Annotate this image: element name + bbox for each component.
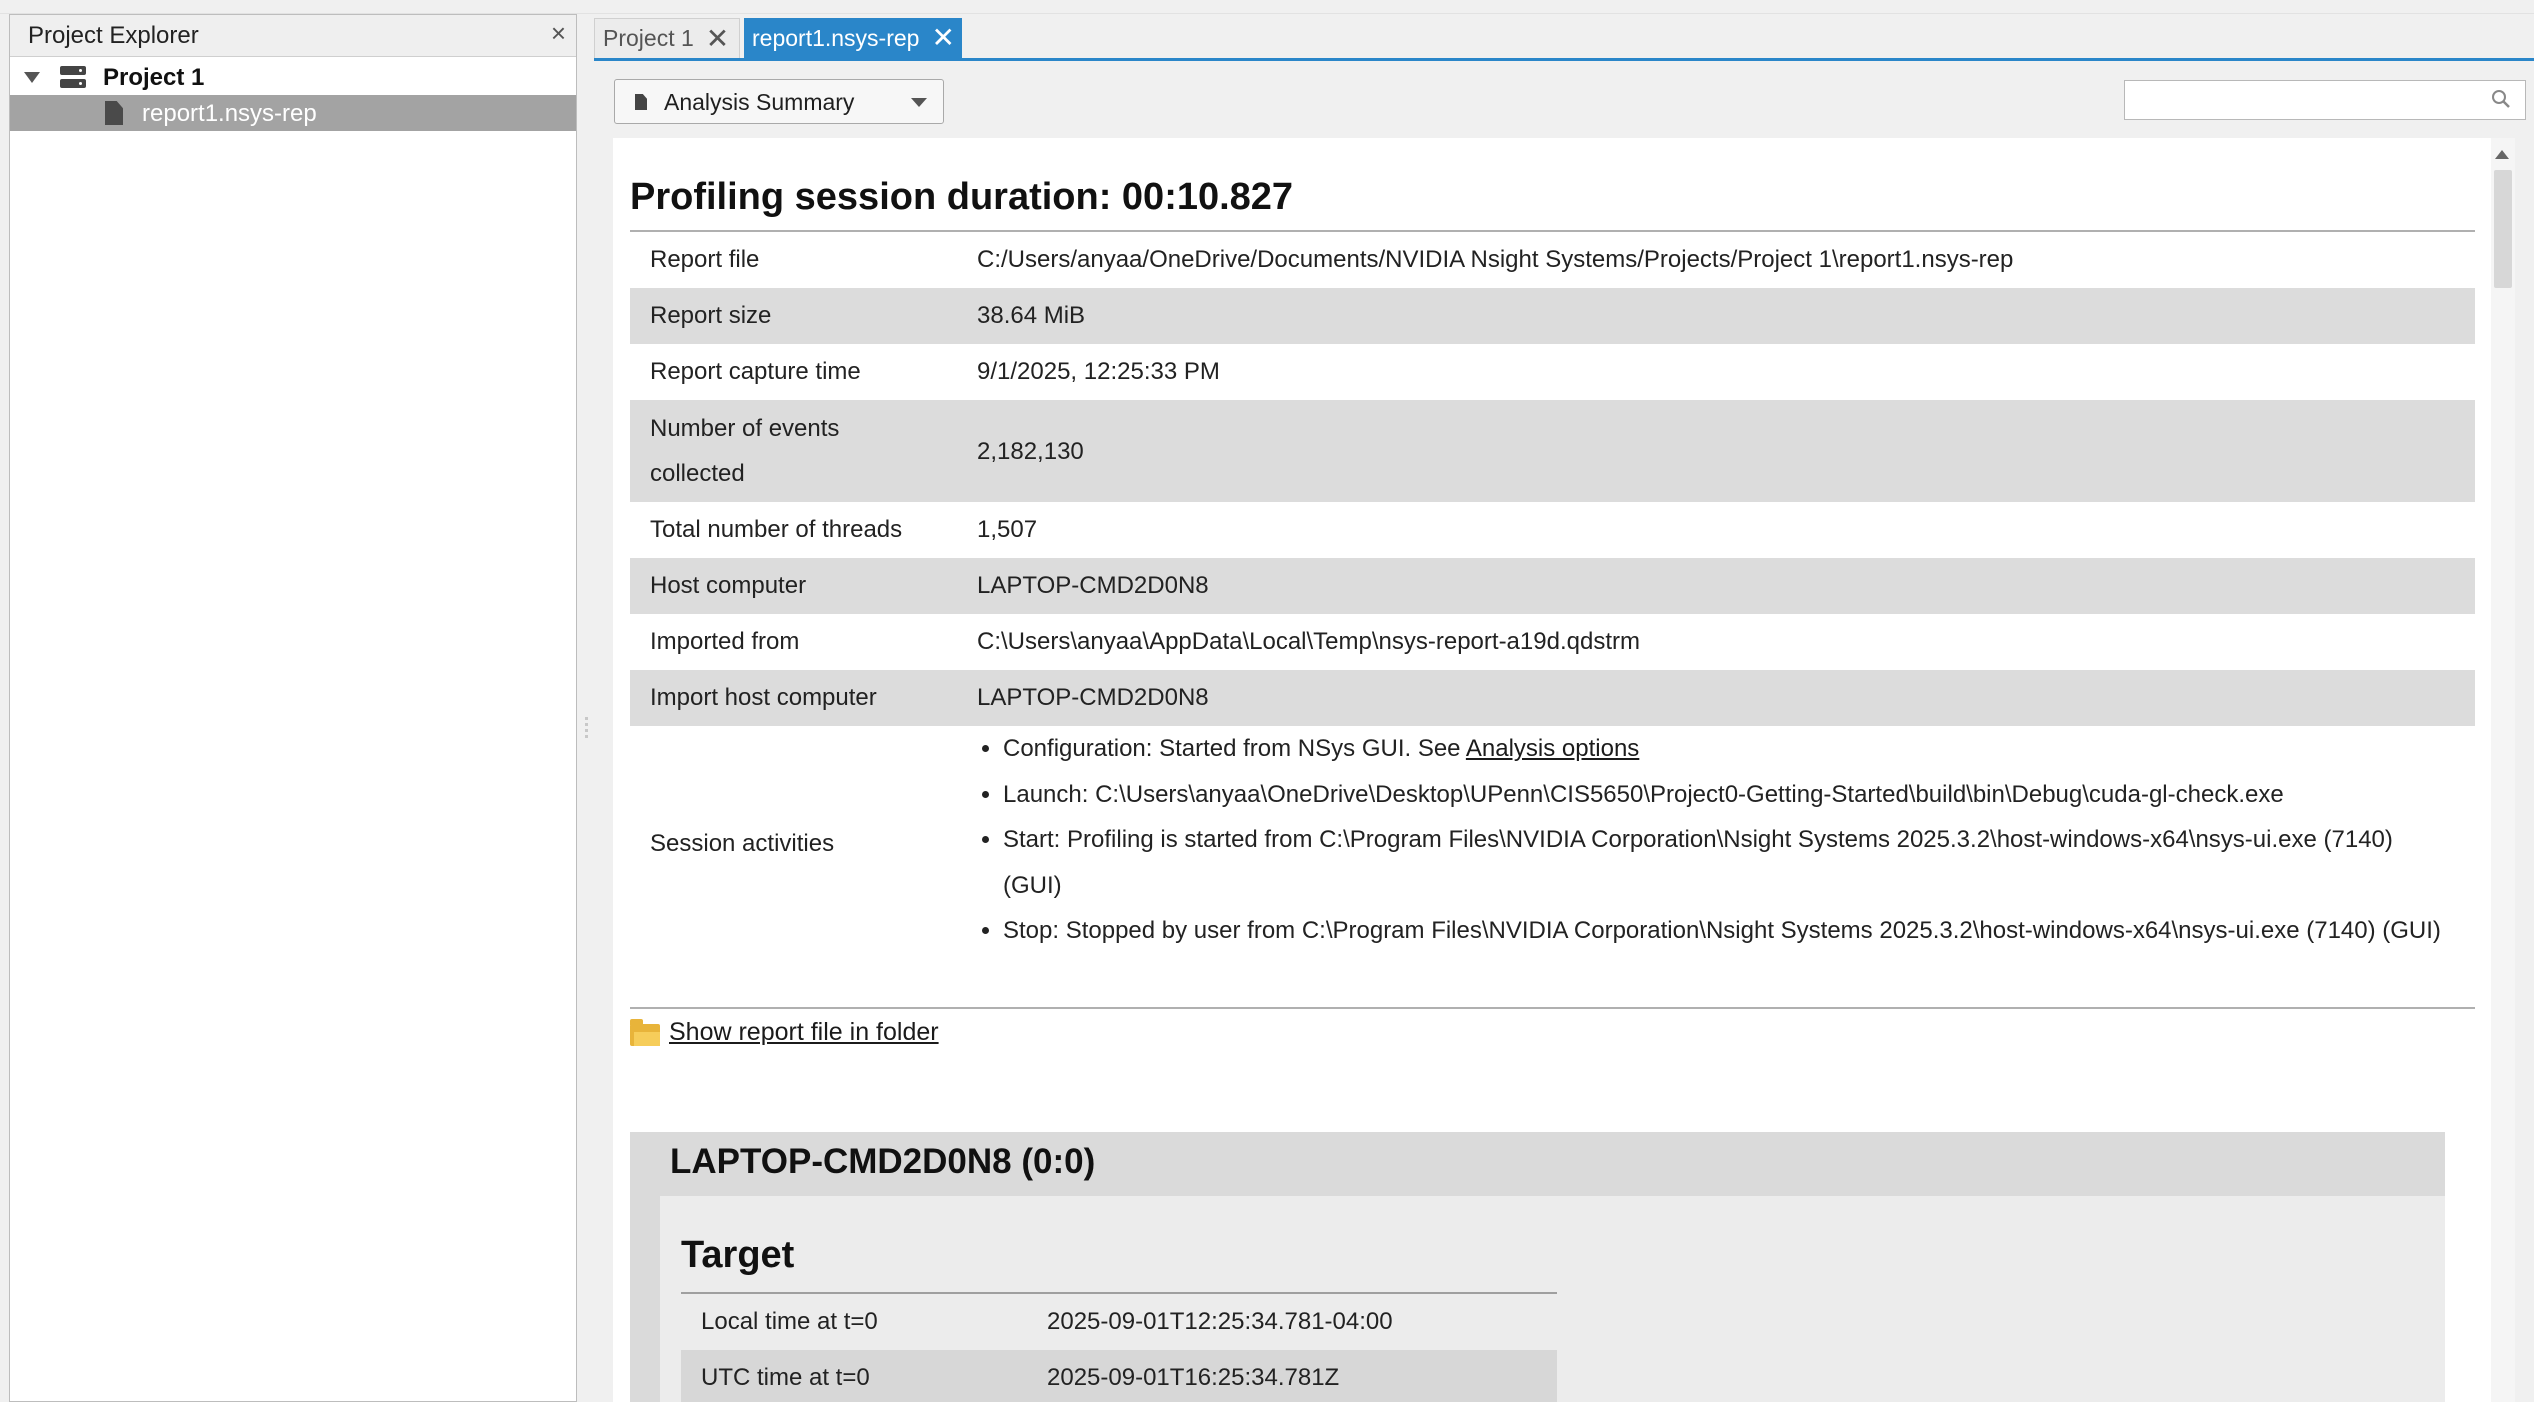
- configuration-text: Configuration: Started from NSys GUI. Se…: [1003, 735, 1466, 762]
- row-key: Total number of threads: [650, 516, 903, 543]
- row-key: UTC time at t=0: [681, 1350, 1027, 1402]
- table-row: Total number of threads 1,507: [630, 502, 2475, 558]
- session-activities-list: Configuration: Started from NSys GUI. Se…: [977, 726, 2455, 954]
- table-row: Report size 38.64 MiB: [630, 288, 2475, 344]
- view-selector-dropdown[interactable]: Analysis Summary: [614, 79, 944, 124]
- analysis-options-link[interactable]: Analysis options: [1466, 735, 1639, 762]
- row-value: 2025-09-01T16:25:34.781Z: [1027, 1350, 1557, 1402]
- file-icon: [105, 101, 123, 125]
- session-activities-row: Session activities Configuration: Starte…: [630, 726, 2475, 954]
- tab-bar: Project 1 ✕ report1.nsys-rep ✕: [594, 14, 2534, 61]
- table-row: Local time at t=0 2025-09-01T12:25:34.78…: [681, 1294, 1557, 1350]
- row-key: Report size: [630, 288, 957, 344]
- analysis-summary-content: Profiling session duration: 00:10.827 Re…: [613, 138, 2491, 1402]
- host-section: LAPTOP-CMD2D0N8 (0:0) Target Local time …: [630, 1132, 2445, 1402]
- row-key: Report capture time: [650, 358, 861, 385]
- scroll-up-icon[interactable]: [2495, 150, 2509, 159]
- row-key: Host computer: [630, 558, 957, 614]
- splitter-handle[interactable]: [583, 714, 589, 744]
- page-title: Profiling session duration: 00:10.827: [630, 176, 1294, 218]
- show-in-folder-link[interactable]: Show report file in folder: [669, 1018, 939, 1047]
- table-row: Host computer LAPTOP-CMD2D0N8: [630, 558, 2475, 614]
- document-icon: [635, 94, 647, 110]
- table-row: Import host computer LAPTOP-CMD2D0N8: [630, 670, 2475, 726]
- search-icon[interactable]: [2490, 88, 2512, 110]
- search-input[interactable]: [2124, 80, 2526, 120]
- title-strip: [0, 0, 2534, 14]
- table-row: Imported from C:\Users\anyaa\AppData\Loc…: [630, 614, 2475, 670]
- row-value: LAPTOP-CMD2D0N8: [957, 558, 2475, 614]
- row-key: Report file: [650, 246, 760, 273]
- table-row: Report capture time 9/1/2025, 12:25:33 P…: [630, 344, 2475, 400]
- panel-header: Project Explorer ×: [10, 15, 576, 57]
- tab-label: report1.nsys-rep: [752, 24, 920, 51]
- close-tab-icon[interactable]: ✕: [706, 24, 729, 53]
- target-section: Target Local time at t=0 2025-09-01T12:2…: [660, 1196, 2445, 1402]
- row-value: C:\Users\anyaa\AppData\Local\Temp\nsys-r…: [977, 628, 1640, 655]
- tree-item-project[interactable]: Project 1: [10, 59, 576, 95]
- list-item: Start: Profiling is started from C:\Prog…: [1003, 817, 2455, 908]
- list-item: Launch: C:\Users\anyaa\OneDrive\Desktop\…: [1003, 772, 2455, 818]
- close-tab-icon[interactable]: ✕: [931, 24, 954, 52]
- row-key: Number of events collected: [630, 400, 957, 502]
- row-key: Import host computer: [630, 670, 957, 726]
- tree-item-report[interactable]: report1.nsys-rep: [10, 95, 576, 131]
- panel-title: Project Explorer: [28, 22, 199, 49]
- row-key: Imported from: [650, 628, 800, 655]
- view-selected-label: Analysis Summary: [664, 89, 855, 115]
- tab-label: Project 1: [603, 25, 694, 51]
- table-row: UTC time at t=0 2025-09-01T16:25:34.781Z: [681, 1350, 1557, 1402]
- project-label: Project 1: [103, 64, 205, 91]
- expand-arrow-icon[interactable]: [24, 72, 40, 83]
- folder-icon: [630, 1019, 660, 1046]
- table-row: Number of events collected 2,182,130: [630, 400, 2475, 502]
- tab-project-1[interactable]: Project 1 ✕: [594, 18, 740, 58]
- row-value: 2,182,130: [957, 400, 2475, 502]
- divider: [630, 1007, 2475, 1009]
- row-value: 9/1/2025, 12:25:33 PM: [977, 358, 1220, 385]
- list-item: Stop: Stopped by user from C:\Program Fi…: [1003, 908, 2455, 954]
- tab-report1[interactable]: report1.nsys-rep ✕: [744, 18, 962, 58]
- target-heading: Target: [681, 1234, 795, 1276]
- close-icon[interactable]: ×: [551, 18, 566, 49]
- report-label: report1.nsys-rep: [142, 100, 317, 127]
- host-title: LAPTOP-CMD2D0N8 (0:0): [670, 1142, 1096, 1181]
- row-value: 2025-09-01T12:25:34.781-04:00: [1047, 1308, 1393, 1335]
- vertical-scrollbar[interactable]: [2491, 138, 2515, 1402]
- session-activities-list-cell: Configuration: Started from NSys GUI. Se…: [957, 726, 2475, 954]
- row-value: 38.64 MiB: [957, 288, 2475, 344]
- row-value: C:/Users/anyaa/OneDrive/Documents/NVIDIA…: [977, 246, 2014, 273]
- target-table: Local time at t=0 2025-09-01T12:25:34.78…: [681, 1294, 1557, 1402]
- summary-table: Report file C:/Users/anyaa/OneDrive/Docu…: [630, 232, 2475, 954]
- row-value: 1,507: [977, 516, 1038, 543]
- row-key: Local time at t=0: [701, 1308, 878, 1335]
- chevron-down-icon: [911, 98, 927, 107]
- table-row: Report file C:/Users/anyaa/OneDrive/Docu…: [630, 232, 2475, 288]
- scrollbar-thumb[interactable]: [2494, 170, 2512, 288]
- project-explorer-panel: Project Explorer × Project 1 report1.nsy…: [9, 14, 577, 1402]
- server-icon: [60, 66, 86, 88]
- row-key: Session activities: [650, 829, 835, 857]
- row-value: LAPTOP-CMD2D0N8: [957, 670, 2475, 726]
- list-item: Configuration: Started from NSys GUI. Se…: [1003, 726, 2455, 772]
